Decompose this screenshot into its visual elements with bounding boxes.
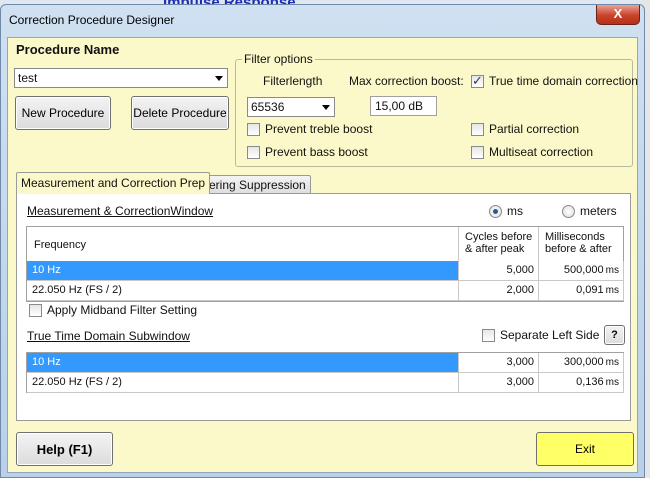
chevron-down-icon[interactable]: [215, 76, 223, 81]
tab-measurement[interactable]: Measurement and Correction Prep: [16, 172, 211, 194]
multiseat-checkbox[interactable]: [471, 146, 484, 159]
table-row[interactable]: 10 Hz: [27, 261, 459, 281]
ms-unit: ms: [605, 265, 619, 276]
separate-left-label: Separate Left Side: [500, 328, 600, 342]
midband-filter-label: Apply Midband Filter Setting: [47, 303, 198, 317]
unit-meters-label: meters: [580, 204, 617, 218]
subwindow-help-button[interactable]: ?: [604, 325, 625, 345]
cycles-cell[interactable]: 5,000: [459, 261, 539, 281]
cycles-header-line1: Cycles before: [465, 231, 533, 243]
filterlength-combo[interactable]: 65536: [247, 97, 335, 117]
filter-options-legend: Filter options: [242, 52, 315, 66]
measurement-tab-panel: Measurement & CorrectionWindow ms meters…: [16, 193, 631, 421]
close-icon: X: [613, 6, 623, 21]
procedure-name-combo[interactable]: test: [14, 68, 228, 88]
delete-procedure-button[interactable]: Delete Procedure: [131, 96, 229, 130]
filter-options-group: Filter options Filterlength Max correcti…: [235, 52, 638, 167]
procedure-name-label: Procedure Name: [16, 42, 120, 57]
subwindow-grid: 10 Hz 3,000 300,000 ms 22.050 Hz (FS / 2)…: [26, 352, 624, 393]
prevent-bass-checkbox[interactable]: [247, 146, 260, 159]
correction-procedure-window: Correction Procedure Designer X Procedur…: [0, 4, 645, 478]
cycles-header-line2: & after peak: [465, 243, 525, 255]
table-row[interactable]: 10 Hz: [27, 353, 459, 373]
midband-filter-checkbox[interactable]: [29, 304, 42, 317]
partial-correction-label: Partial correction: [489, 122, 580, 136]
ms-cell[interactable]: 500,000 ms: [539, 261, 624, 281]
filterlength-label: Filterlength: [263, 74, 323, 88]
title-bar[interactable]: Correction Procedure Designer X: [1, 5, 644, 35]
dialog-client-area: Procedure Name test New Procedure Delete…: [7, 37, 638, 473]
new-procedure-button[interactable]: New Procedure: [15, 96, 111, 130]
close-button[interactable]: X: [596, 5, 640, 25]
max-boost-input[interactable]: 15,00 dB: [370, 96, 437, 116]
exit-button[interactable]: Exit: [536, 432, 634, 466]
unit-ms-label: ms: [507, 204, 523, 218]
cycles-cell[interactable]: 3,000: [459, 373, 539, 393]
ms-header-line1: Milliseconds: [545, 231, 605, 243]
max-boost-label: Max correction boost:: [349, 74, 464, 88]
help-button[interactable]: Help (F1): [16, 432, 113, 466]
table-row[interactable]: 22.050 Hz (FS / 2): [27, 373, 459, 393]
window-title: Correction Procedure Designer: [9, 13, 175, 27]
ms-value: 500,000: [563, 264, 604, 276]
true-time-label: True time domain correction: [489, 74, 638, 88]
separate-left-checkbox[interactable]: [482, 329, 495, 342]
question-icon: ?: [611, 329, 618, 341]
ms-value: 0,091: [576, 284, 604, 296]
max-boost-value: 15,00 dB: [375, 99, 424, 113]
ms-value: 0,136: [576, 376, 604, 388]
cycles-cell[interactable]: 2,000: [459, 281, 539, 301]
frequency-header: Frequency: [34, 239, 86, 251]
header-divider: [538, 227, 539, 261]
table-row[interactable]: 22.050 Hz (FS / 2): [27, 281, 459, 301]
partial-correction-checkbox[interactable]: [471, 123, 484, 136]
filterlength-value: 65536: [251, 100, 285, 114]
unit-meters-radio[interactable]: [562, 205, 575, 218]
ms-cell[interactable]: 0,091 ms: [539, 281, 624, 301]
subwindow-title: True Time Domain Subwindow: [27, 329, 190, 343]
cycles-cell[interactable]: 3,000: [459, 353, 539, 373]
true-time-checkbox[interactable]: [471, 73, 484, 89]
prevent-bass-label: Prevent bass boost: [265, 145, 368, 159]
ms-header-line2: before & after: [545, 243, 612, 255]
measurement-window-title: Measurement & CorrectionWindow: [27, 204, 214, 218]
measurement-grid: Frequency Cycles before & after peak Mil…: [26, 226, 624, 302]
ms-unit: ms: [605, 377, 619, 388]
prevent-treble-label: Prevent treble boost: [265, 122, 373, 136]
multiseat-label: Multiseat correction: [489, 145, 594, 159]
prevent-treble-checkbox[interactable]: [247, 123, 260, 136]
ms-cell[interactable]: 0,136 ms: [539, 373, 624, 393]
header-divider: [458, 227, 459, 261]
ms-unit: ms: [605, 285, 619, 296]
procedure-name-value: test: [18, 71, 38, 85]
ms-cell[interactable]: 300,000 ms: [539, 353, 624, 373]
chevron-down-icon[interactable]: [322, 105, 330, 110]
unit-ms-radio[interactable]: [489, 205, 502, 218]
ms-unit: ms: [605, 357, 619, 368]
ms-value: 300,000: [563, 356, 604, 368]
